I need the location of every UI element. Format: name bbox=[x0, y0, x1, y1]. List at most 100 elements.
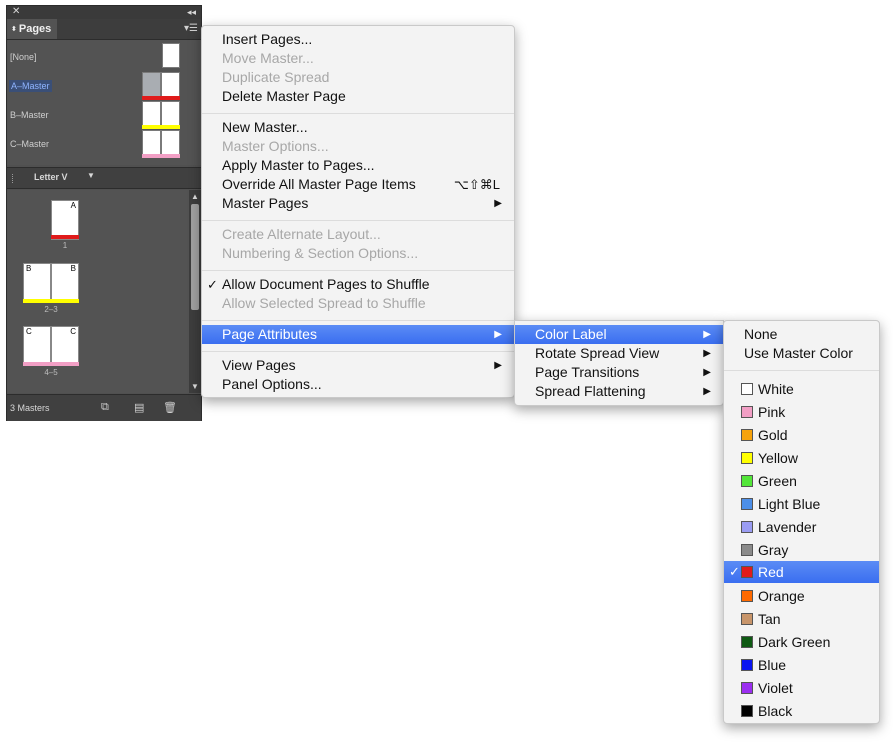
menu-item-create-alternate-layout: Create Alternate Layout... bbox=[222, 226, 381, 242]
resize-grip-icon[interactable] bbox=[12, 174, 15, 183]
color-label-bar bbox=[161, 154, 180, 158]
color-item-red[interactable]: ✓ Red bbox=[724, 561, 879, 583]
menu-item-use-master-color[interactable]: Use Master Color bbox=[724, 344, 879, 363]
menu-item-delete-master-page[interactable]: Delete Master Page bbox=[202, 87, 514, 106]
menu-item-spread-flattening[interactable]: Spread Flattening ▶ bbox=[515, 382, 723, 401]
close-icon[interactable]: ✕ bbox=[12, 6, 20, 18]
collapse-icon[interactable]: ◂◂ bbox=[187, 6, 196, 18]
menu-item-none[interactable]: None bbox=[724, 325, 879, 344]
color-item-gold[interactable]: Gold bbox=[724, 426, 879, 445]
color-item-blue[interactable]: Blue bbox=[724, 656, 879, 675]
chevron-down-icon[interactable]: ▼ bbox=[87, 171, 95, 180]
color-label-submenu: None Use Master Color White Pink Gold Ye… bbox=[723, 320, 880, 724]
color-item-yellow[interactable]: Yellow bbox=[724, 449, 879, 468]
submenu-arrow-icon: ▶ bbox=[494, 329, 502, 340]
page-thumbnail-4[interactable]: C bbox=[23, 326, 51, 366]
menu-item-override-all-master-items[interactable]: Override All Master Page Items ⌥⇧⌘L bbox=[202, 175, 514, 194]
color-label-bar bbox=[23, 299, 79, 303]
color-item-orange[interactable]: Orange bbox=[724, 587, 879, 606]
panel-title-bar: ✕ ◂◂ bbox=[7, 6, 201, 19]
menu-item-allow-document-pages-shuffle[interactable]: ✓ Allow Document Pages to Shuffle bbox=[202, 275, 514, 294]
panel-menu-icon[interactable]: ▾☰ bbox=[184, 23, 198, 35]
menu-item-view-pages[interactable]: View Pages ▶ bbox=[202, 356, 514, 375]
master-item-none[interactable]: [None] bbox=[7, 43, 201, 72]
master-name: [None] bbox=[10, 52, 37, 62]
master-prefix: C bbox=[26, 327, 32, 336]
submenu-arrow-icon: ▶ bbox=[494, 360, 502, 371]
color-label-bar bbox=[161, 96, 180, 100]
menu-separator bbox=[202, 351, 514, 352]
color-label-bar bbox=[161, 125, 180, 129]
color-item-green[interactable]: Green bbox=[724, 472, 879, 491]
menu-item-apply-master[interactable]: Apply Master to Pages... bbox=[202, 156, 514, 175]
document-pages-area: A 1 B B 2–3 C C 4–5 bbox=[7, 190, 189, 393]
tab-pages-label: Pages bbox=[18, 23, 52, 35]
masters-count: 3 Masters bbox=[10, 403, 50, 413]
scroll-thumb[interactable] bbox=[191, 204, 199, 310]
color-swatch bbox=[741, 383, 753, 395]
color-item-gray[interactable]: Gray bbox=[724, 541, 879, 560]
page-thumbnail-3[interactable]: B bbox=[51, 263, 79, 303]
color-item-pink[interactable]: Pink bbox=[724, 403, 879, 422]
pages-panel: ✕ ◂◂ ⬍Pages ▾☰ [None] A–Master B–Master bbox=[6, 5, 202, 421]
color-swatch bbox=[741, 590, 753, 602]
master-prefix: B bbox=[26, 264, 32, 273]
color-label-bar bbox=[51, 235, 79, 239]
color-item-black[interactable]: Black bbox=[724, 702, 879, 721]
color-item-violet[interactable]: Violet bbox=[724, 679, 879, 698]
menu-item-page-transitions[interactable]: Page Transitions ▶ bbox=[515, 363, 723, 382]
submenu-arrow-icon: ▶ bbox=[703, 386, 711, 397]
scroll-down-icon[interactable]: ▼ bbox=[191, 382, 199, 391]
color-swatch bbox=[741, 705, 753, 717]
edit-page-size-icon[interactable]: ⧉ bbox=[101, 401, 109, 414]
color-swatch bbox=[741, 544, 753, 556]
page-thumbnail-5[interactable]: C bbox=[51, 326, 79, 366]
new-page-icon[interactable]: ▤ bbox=[134, 401, 144, 414]
menu-item-master-pages[interactable]: Master Pages ▶ bbox=[202, 194, 514, 213]
scroll-up-icon[interactable]: ▲ bbox=[191, 192, 199, 201]
page-thumbnail-2[interactable]: B bbox=[23, 263, 51, 303]
checkmark-icon: ✓ bbox=[207, 277, 218, 292]
page-thumbnail-1[interactable]: A bbox=[51, 200, 79, 240]
master-item-a[interactable]: A–Master bbox=[7, 72, 201, 101]
color-label-bar bbox=[23, 362, 79, 366]
master-thumbnail-left bbox=[142, 101, 161, 129]
master-thumbnail-right bbox=[161, 101, 180, 129]
color-swatch bbox=[741, 452, 753, 464]
menu-separator bbox=[202, 220, 514, 221]
master-thumbnail bbox=[162, 43, 180, 68]
menu-item-page-attributes[interactable]: Page Attributes ▶ bbox=[202, 325, 514, 344]
panel-status-bar: 3 Masters ⧉ ▤ 🗑 bbox=[7, 394, 201, 421]
master-name: A–Master bbox=[9, 80, 52, 92]
color-item-lavender[interactable]: Lavender bbox=[724, 518, 879, 537]
master-prefix: C bbox=[70, 327, 76, 336]
trash-icon[interactable]: 🗑 bbox=[163, 401, 177, 414]
color-swatch bbox=[741, 498, 753, 510]
masters-list: [None] A–Master B–Master C–Master bbox=[7, 40, 201, 165]
menu-item-insert-pages[interactable]: Insert Pages... bbox=[202, 30, 514, 49]
color-item-dark-green[interactable]: Dark Green bbox=[724, 633, 879, 652]
panel-tab-row: ⬍ Pages ▾☰ bbox=[7, 19, 201, 40]
pages-scrollbar[interactable]: ▲ ▼ bbox=[189, 190, 201, 393]
submenu-arrow-icon: ▶ bbox=[703, 348, 711, 359]
page-size-label[interactable]: Letter V bbox=[34, 172, 68, 182]
master-item-b[interactable]: B–Master bbox=[7, 101, 201, 130]
color-item-white[interactable]: White bbox=[724, 380, 879, 399]
master-item-c[interactable]: C–Master bbox=[7, 130, 201, 159]
submenu-arrow-icon: ▶ bbox=[703, 367, 711, 378]
menu-item-move-master: Move Master... bbox=[222, 50, 314, 66]
color-item-light-blue[interactable]: Light Blue bbox=[724, 495, 879, 514]
menu-item-rotate-spread-view[interactable]: Rotate Spread View ▶ bbox=[515, 344, 723, 363]
color-swatch bbox=[741, 406, 753, 418]
tab-pages[interactable]: ⬍ Pages bbox=[7, 19, 57, 39]
menu-item-new-master[interactable]: New Master... bbox=[202, 118, 514, 137]
menu-separator bbox=[724, 370, 879, 371]
menu-item-color-label[interactable]: Color Label ▶ bbox=[515, 325, 723, 344]
master-prefix: B bbox=[70, 264, 76, 273]
menu-separator bbox=[202, 270, 514, 271]
color-item-tan[interactable]: Tan bbox=[724, 610, 879, 629]
menu-item-panel-options[interactable]: Panel Options... bbox=[202, 375, 514, 394]
color-label-bar bbox=[142, 154, 161, 158]
master-prefix: A bbox=[70, 201, 76, 210]
color-swatch bbox=[741, 429, 753, 441]
